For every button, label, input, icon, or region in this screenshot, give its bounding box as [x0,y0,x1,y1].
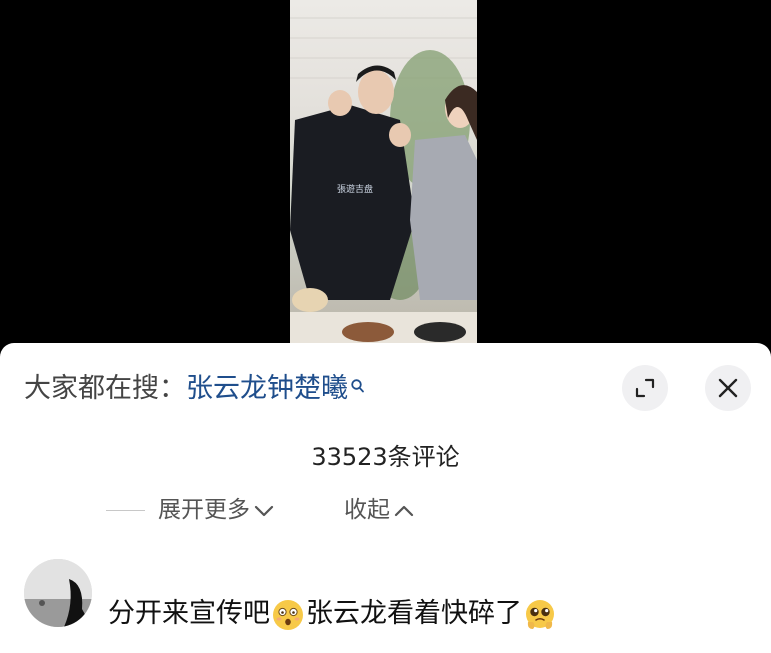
chevron-up-icon [394,505,414,516]
search-keyword-link[interactable]: 张云龙钟楚曦 [186,373,348,404]
fullscreen-button[interactable] [622,365,668,411]
pleading-face-emoji-icon [526,599,554,629]
search-hint-prefix: 大家都在搜： [24,373,186,404]
video-player[interactable]: 張遊吉盘 [0,0,771,346]
comment-text-part1: 分开来宣传吧 [108,598,270,629]
replies-divider [106,510,145,511]
chevron-down-icon [254,505,274,516]
collapse-label: 收起 [344,497,390,523]
video-scene: 張遊吉盘 [290,17,477,346]
avatar-image [24,559,92,627]
close-button[interactable] [705,365,751,411]
expand-more-label: 展开更多 [158,497,250,523]
expand-more-button[interactable]: 展开更多 [158,495,275,525]
comment-count: 33523条评论 [311,443,460,471]
comment-text-part2: 张云龙看着快碎了 [306,598,522,629]
search-suggestion: 大家都在搜：张云龙钟楚曦 [24,371,366,407]
avatar[interactable] [24,559,92,627]
collapse-button[interactable]: 收起 [344,495,415,525]
hoodie-text: 張遊吉盘 [337,183,373,195]
fullscreen-icon [635,378,655,398]
close-icon [718,378,738,398]
comment-text: 分开来宣传吧 张云龙看着快碎了 [108,596,558,632]
magnifier-icon[interactable] [350,371,366,393]
video-frame[interactable]: 張遊吉盘 [290,0,477,346]
dizzy-face-emoji-icon [273,599,303,630]
